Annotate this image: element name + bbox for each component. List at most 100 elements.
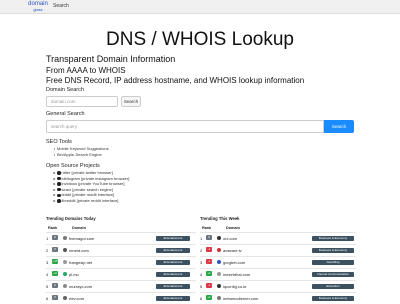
github-icon: [57, 176, 61, 181]
subtitle-transparent: Transparent Domain Information: [46, 54, 176, 64]
rank-value: 4: [46, 272, 49, 277]
rank-change-badge: -1: [206, 283, 212, 288]
row-divider: [46, 280, 196, 281]
rank-value: 5: [46, 284, 49, 289]
trending-row[interactable]: 2 0 reneid.com Entertainment: [46, 244, 196, 256]
rank-change-badge: +3: [52, 271, 58, 276]
favicon-icon: [217, 271, 221, 276]
row-divider: [200, 268, 356, 269]
subtitle-free-dns: Free DNS Record, IP address hostname, an…: [46, 76, 305, 85]
rank-change-badge: 0: [52, 247, 58, 252]
domain-link[interactable]: gorgbet.com: [223, 260, 245, 265]
rank-change-badge: 0: [52, 235, 58, 240]
domain-link[interactable]: mezetdhal.com: [223, 272, 250, 277]
trending-today-domain-header: Domain: [72, 226, 86, 230]
github-icon: [57, 193, 61, 198]
github-icon: [57, 187, 61, 192]
domain-link[interactable]: metamodierner.com: [223, 296, 258, 301]
category-badge[interactable]: Business & Economy: [312, 235, 354, 241]
trending-row[interactable]: 4 +3 pl.mo Entertainment: [46, 268, 196, 280]
domain-link[interactable]: fnemagor.com: [69, 236, 94, 241]
general-search-button[interactable]: Search: [324, 120, 354, 133]
domain-search-input[interactable]: domain.com: [46, 96, 118, 107]
trending-row[interactable]: 4 +1 mezetdhal.com Internet Communication: [200, 268, 356, 280]
trending-row[interactable]: 3 +15 frangesip.net Entertainment: [46, 256, 196, 268]
trending-today-title: Trending Domains Today: [46, 216, 96, 221]
seo-tool-item[interactable]: • Bin/Apple-Search Engine: [52, 152, 109, 158]
trending-row[interactable]: 5 -1 iqconfig.co.kr Education: [200, 280, 356, 292]
domain-link[interactable]: rtev.com: [69, 296, 84, 301]
trending-row[interactable]: 1 0 onl.com Business & Economy: [200, 232, 356, 244]
site-logo[interactable]: domain glass: [28, 1, 48, 12]
general-search-label: General Search: [46, 111, 85, 117]
general-search-input[interactable]: search query: [46, 120, 324, 133]
rank-change-badge: +15: [52, 259, 58, 264]
favicon-icon: [217, 295, 221, 300]
category-badge[interactable]: Entertainment: [156, 247, 190, 253]
rank-change-badge: -1: [206, 247, 212, 252]
domain-link[interactable]: aoseare.tv: [223, 248, 242, 253]
subtitle-aaaa: From AAAA to WHOIS: [46, 66, 126, 75]
trending-week-domain-header: Domain: [226, 226, 240, 230]
domain-link[interactable]: murrayc.com: [69, 284, 92, 289]
domain-link[interactable]: onl.com: [223, 236, 237, 241]
rank-value: 6: [46, 296, 49, 301]
category-badge[interactable]: Entertainment: [156, 235, 190, 241]
domain-search-button[interactable]: Search: [121, 96, 141, 107]
rank-value: 3: [200, 260, 203, 265]
rank-value: 5: [200, 284, 203, 289]
favicon-icon: [217, 247, 221, 252]
category-badge[interactable]: Gambling: [312, 259, 354, 265]
rank-value: 4: [200, 272, 203, 277]
row-divider: [200, 256, 356, 257]
row-divider: [200, 244, 356, 245]
page-title: DNS / WHOIS Lookup: [106, 29, 294, 50]
favicon-icon: [63, 295, 67, 300]
rank-value: 2: [46, 248, 49, 253]
nav-search-link[interactable]: Search: [53, 3, 69, 9]
category-badge[interactable]: Entertainment: [156, 295, 190, 301]
domain-link[interactable]: iqconfig.co.kr: [223, 284, 247, 289]
category-badge[interactable]: Education: [312, 283, 354, 289]
rank-value: 1: [46, 236, 49, 241]
row-divider: [200, 292, 356, 293]
seo-tools-title: SEO Tools: [46, 139, 72, 145]
favicon-icon: [63, 247, 67, 252]
trending-row[interactable]: 6 0 rtev.com Entertainment: [46, 292, 196, 304]
domain-link[interactable]: reneid.com: [69, 248, 89, 253]
favicon-icon: [217, 259, 221, 264]
trending-row[interactable]: 3 -1 gorgbet.com Gambling: [200, 256, 356, 268]
category-badge[interactable]: Entertainment: [156, 283, 190, 289]
row-divider: [200, 232, 356, 233]
github-icon: [57, 182, 61, 186]
row-divider: [46, 268, 196, 269]
open-source-list: ▸ nitter [private twitter browser] ▸ bibli…: [52, 170, 129, 204]
project-item[interactable]: ▸ libreddit [private reddit interface]: [52, 198, 129, 204]
trending-row[interactable]: 2 -1 aoseare.tv Business & Economy: [200, 244, 356, 256]
open-source-title: Open Source Projects: [46, 163, 100, 169]
seo-tools-list: • Mobile Keyword Suggestions • Bin/Apple-S…: [52, 146, 109, 157]
favicon-icon: [63, 259, 67, 264]
rank-change-badge: +1: [206, 271, 212, 276]
github-icon: [57, 199, 61, 203]
domain-search-label: Domain Search: [46, 87, 84, 93]
category-badge[interactable]: Entertainment: [156, 259, 190, 265]
trending-row[interactable]: 5 0 murrayc.com Entertainment: [46, 280, 196, 292]
github-icon: [57, 171, 61, 175]
category-badge[interactable]: Business & Economy: [312, 295, 354, 301]
category-badge[interactable]: Entertainment: [156, 271, 190, 277]
trending-week-rank-header: Rank: [202, 226, 212, 230]
row-divider: [46, 256, 196, 257]
trending-week-title: Trending This Week: [200, 216, 240, 221]
rank-value: 2: [200, 248, 203, 253]
row-divider: [46, 232, 196, 233]
category-badge[interactable]: Internet Communication: [312, 271, 354, 277]
top-navbar: domain glass Search: [0, 0, 400, 14]
favicon-icon: [63, 235, 67, 240]
domain-link[interactable]: pl.mo: [69, 272, 79, 277]
trending-row[interactable]: 6 +1 metamodierner.com Business & Economy: [200, 292, 356, 304]
trending-row[interactable]: 1 0 fnemagor.com Entertainment: [46, 232, 196, 244]
domain-link[interactable]: frangesip.net: [69, 260, 92, 265]
category-badge[interactable]: Business & Economy: [312, 247, 354, 253]
rank-value: 3: [46, 260, 49, 265]
